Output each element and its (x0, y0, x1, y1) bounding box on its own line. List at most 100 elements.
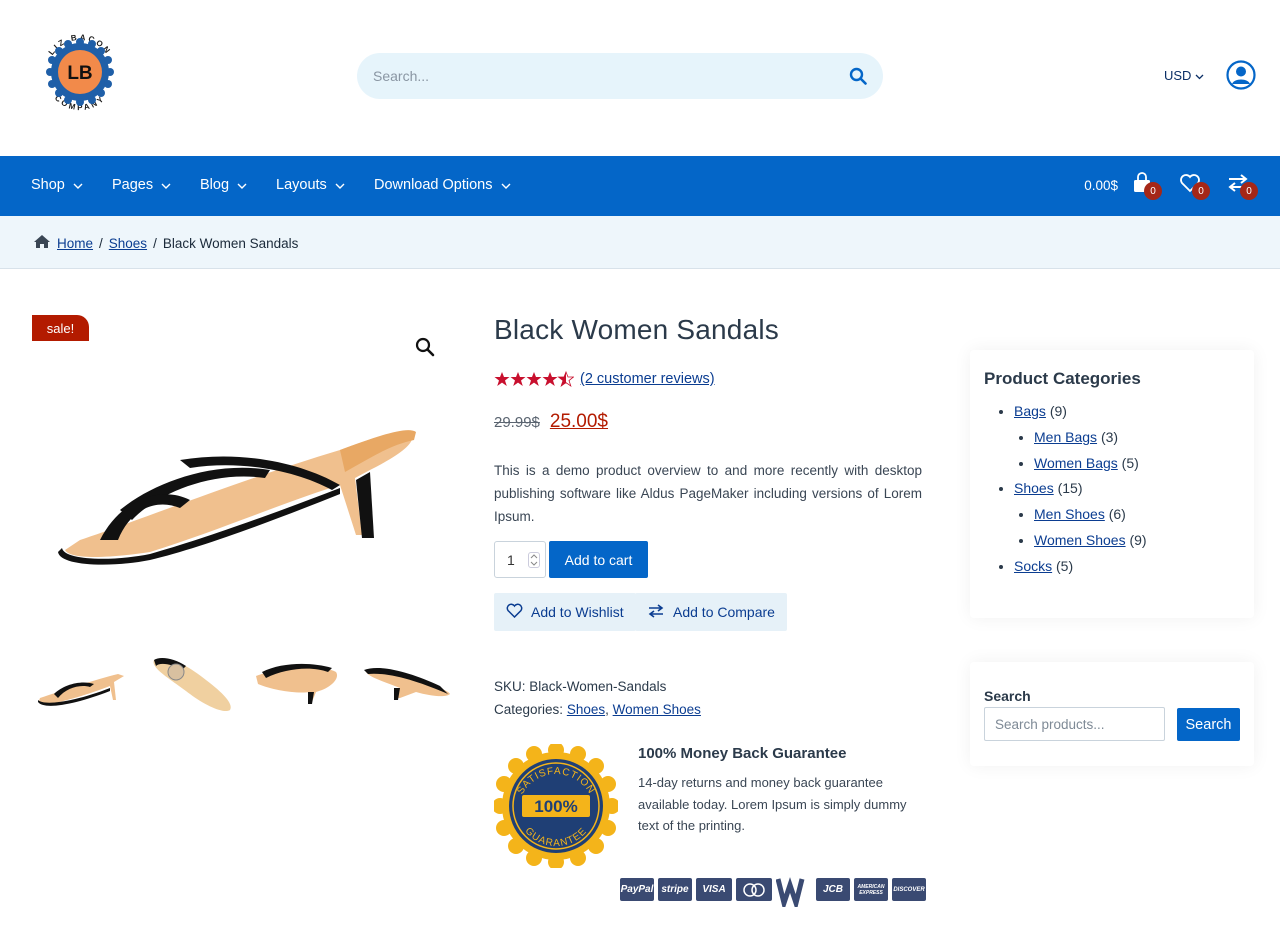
category-item: Socks (5) (1014, 554, 1240, 580)
product-categories-title: Product Categories (984, 369, 1141, 388)
add-to-wishlist-button[interactable]: Add to Wishlist (494, 593, 636, 631)
category-link-shoes[interactable]: Shoes (567, 702, 605, 717)
add-to-wishlist-label: Add to Wishlist (531, 604, 624, 620)
breadcrumb-current: Black Women Sandals (162, 235, 299, 251)
guarantee-text: 14-day returns and money back guarantee … (638, 775, 907, 833)
chevron-down-icon (501, 177, 511, 193)
category-link-bags[interactable]: Bags (1014, 403, 1046, 419)
nav-item-label: Shop (31, 177, 65, 193)
currency-label: USD (1164, 68, 1192, 83)
jcb-icon: JCB (816, 878, 850, 901)
category-item: Women Bags (5) (1034, 451, 1240, 477)
compare-count-badge: 0 (1240, 182, 1258, 200)
product-thumbnail-2[interactable] (146, 650, 242, 714)
category-count: (6) (1108, 506, 1126, 523)
wishlist-button[interactable]: 0 (1176, 170, 1210, 200)
product-search-button[interactable]: Search (1177, 708, 1240, 741)
site-logo[interactable]: LIZ BACON COMPANY LB (34, 26, 126, 118)
breadcrumb-home-link[interactable]: Home (57, 236, 93, 251)
category-list: Bags (9) Men Bags (3) Women Bags (5) Sho… (984, 399, 1240, 580)
search-widget-label: Search (984, 688, 1031, 704)
category-item: Men Bags (3) (1034, 425, 1240, 451)
category-count: (15) (1057, 480, 1083, 497)
category-count: (5) (1056, 557, 1074, 574)
nav-item-blog[interactable]: Blog (200, 177, 247, 193)
guarantee-title: 100% Money Back Guarantee (638, 745, 847, 762)
star-rating-icon (494, 371, 574, 387)
old-price: 29.99$ (494, 414, 540, 431)
chevron-down-icon (237, 177, 247, 193)
user-account-icon[interactable] (1226, 60, 1256, 90)
add-to-cart-button[interactable]: Add to cart (549, 541, 648, 578)
category-link-men-shoes[interactable]: Men Shoes (1034, 506, 1105, 522)
category-link-socks[interactable]: Socks (1014, 558, 1052, 574)
american-express-icon: AMERICAN EXPRESS (854, 878, 888, 901)
paypal-icon: PayPal (620, 878, 654, 901)
currency-switcher[interactable]: USD (1164, 68, 1204, 83)
cart-button[interactable]: 0 (1128, 170, 1162, 200)
product-categories-widget: Product Categories Bags (9) Men Bags (3)… (970, 350, 1254, 618)
nav-item-layouts[interactable]: Layouts (276, 177, 345, 193)
sku-value: Black-Women-Sandals (529, 679, 667, 694)
logo-initials: LB (67, 63, 92, 84)
add-to-compare-button[interactable]: Add to Compare (635, 593, 787, 631)
breadcrumb-category-link[interactable]: Shoes (109, 236, 147, 251)
product-search-widget: Search Search (970, 662, 1254, 766)
heart-icon (506, 603, 523, 621)
product-thumbnail-4[interactable] (360, 650, 456, 714)
category-item: Women Shoes (9) (1034, 528, 1240, 554)
nav-item-label: Pages (112, 177, 154, 193)
chevron-down-icon (161, 177, 171, 193)
nav-item-label: Blog (200, 177, 230, 193)
category-item: Bags (9) Men Bags (3) Women Bags (5) (1014, 399, 1240, 476)
category-link-women-bags[interactable]: Women Bags (1034, 455, 1118, 471)
category-link-women-shoes[interactable]: Women Shoes (613, 702, 701, 717)
sku-label: SKU: (494, 679, 526, 694)
nav-item-label: Layouts (276, 177, 327, 193)
quantity-stepper[interactable]: 1 (494, 541, 546, 578)
search-icon[interactable] (847, 65, 869, 87)
nav-item-label: Download Options (374, 177, 493, 193)
product-short-description: This is a demo product overview to and m… (494, 463, 922, 524)
product-search-input[interactable] (984, 707, 1165, 741)
product-thumbnail-3[interactable] (252, 650, 348, 714)
seal-value: 100% (534, 797, 577, 816)
stripe-icon: stripe (658, 878, 692, 901)
header-actions: 0.00$ 0 0 0 (1084, 170, 1258, 200)
nav-item-download-options[interactable]: Download Options (374, 177, 511, 193)
cart-total[interactable]: 0.00$ (1084, 178, 1118, 193)
zoom-magnifier-icon[interactable] (414, 336, 436, 358)
chevron-down-icon (73, 177, 83, 193)
category-item: Men Shoes (6) (1034, 502, 1240, 528)
add-to-compare-label: Add to Compare (673, 604, 775, 620)
header-search-input[interactable] (373, 68, 847, 84)
breadcrumb: Home / Shoes / Black Women Sandals (33, 234, 298, 252)
category-link-women-shoes[interactable]: Women Shoes (1034, 532, 1126, 548)
category-link-men-bags[interactable]: Men Bags (1034, 429, 1097, 445)
nav-item-pages[interactable]: Pages (112, 177, 171, 193)
payment-methods: PayPal stripe VISA JCB AMERICAN EXPRESS … (620, 876, 926, 907)
category-count: (9) (1129, 531, 1147, 548)
breadcrumb-separator: / (99, 235, 103, 251)
header-search (357, 53, 883, 99)
categories-label: Categories: (494, 702, 564, 717)
mastercard-icon (736, 878, 772, 901)
breadcrumb-bar: Home / Shoes / Black Women Sandals (0, 216, 1280, 269)
compare-button[interactable]: 0 (1224, 170, 1258, 200)
customer-reviews-link[interactable]: (2 customer reviews) (580, 371, 715, 387)
product-categories: Categories: Shoes, Women Shoes (494, 702, 701, 717)
product-sku: SKU: Black-Women-Sandals (494, 679, 666, 694)
product-price: 29.99$ 25.00$ (494, 411, 608, 433)
site-header: LIZ BACON COMPANY LB Search... USD (0, 0, 1280, 156)
main-navigation: Shop Pages Blog Layouts Download Options… (0, 156, 1280, 216)
compare-arrows-icon (647, 603, 665, 621)
quantity-spinner-icon[interactable] (528, 552, 540, 568)
nav-item-shop[interactable]: Shop (31, 177, 83, 193)
category-link-shoes[interactable]: Shoes (1014, 480, 1054, 496)
category-item: Shoes (15) Men Shoes (6) Women Shoes (9) (1014, 476, 1240, 553)
product-rating: (2 customer reviews) (494, 371, 715, 387)
home-icon[interactable] (33, 234, 51, 252)
rating-stars (494, 371, 574, 387)
product-main-image[interactable] (40, 390, 440, 580)
product-thumbnail-1[interactable] (34, 650, 130, 714)
